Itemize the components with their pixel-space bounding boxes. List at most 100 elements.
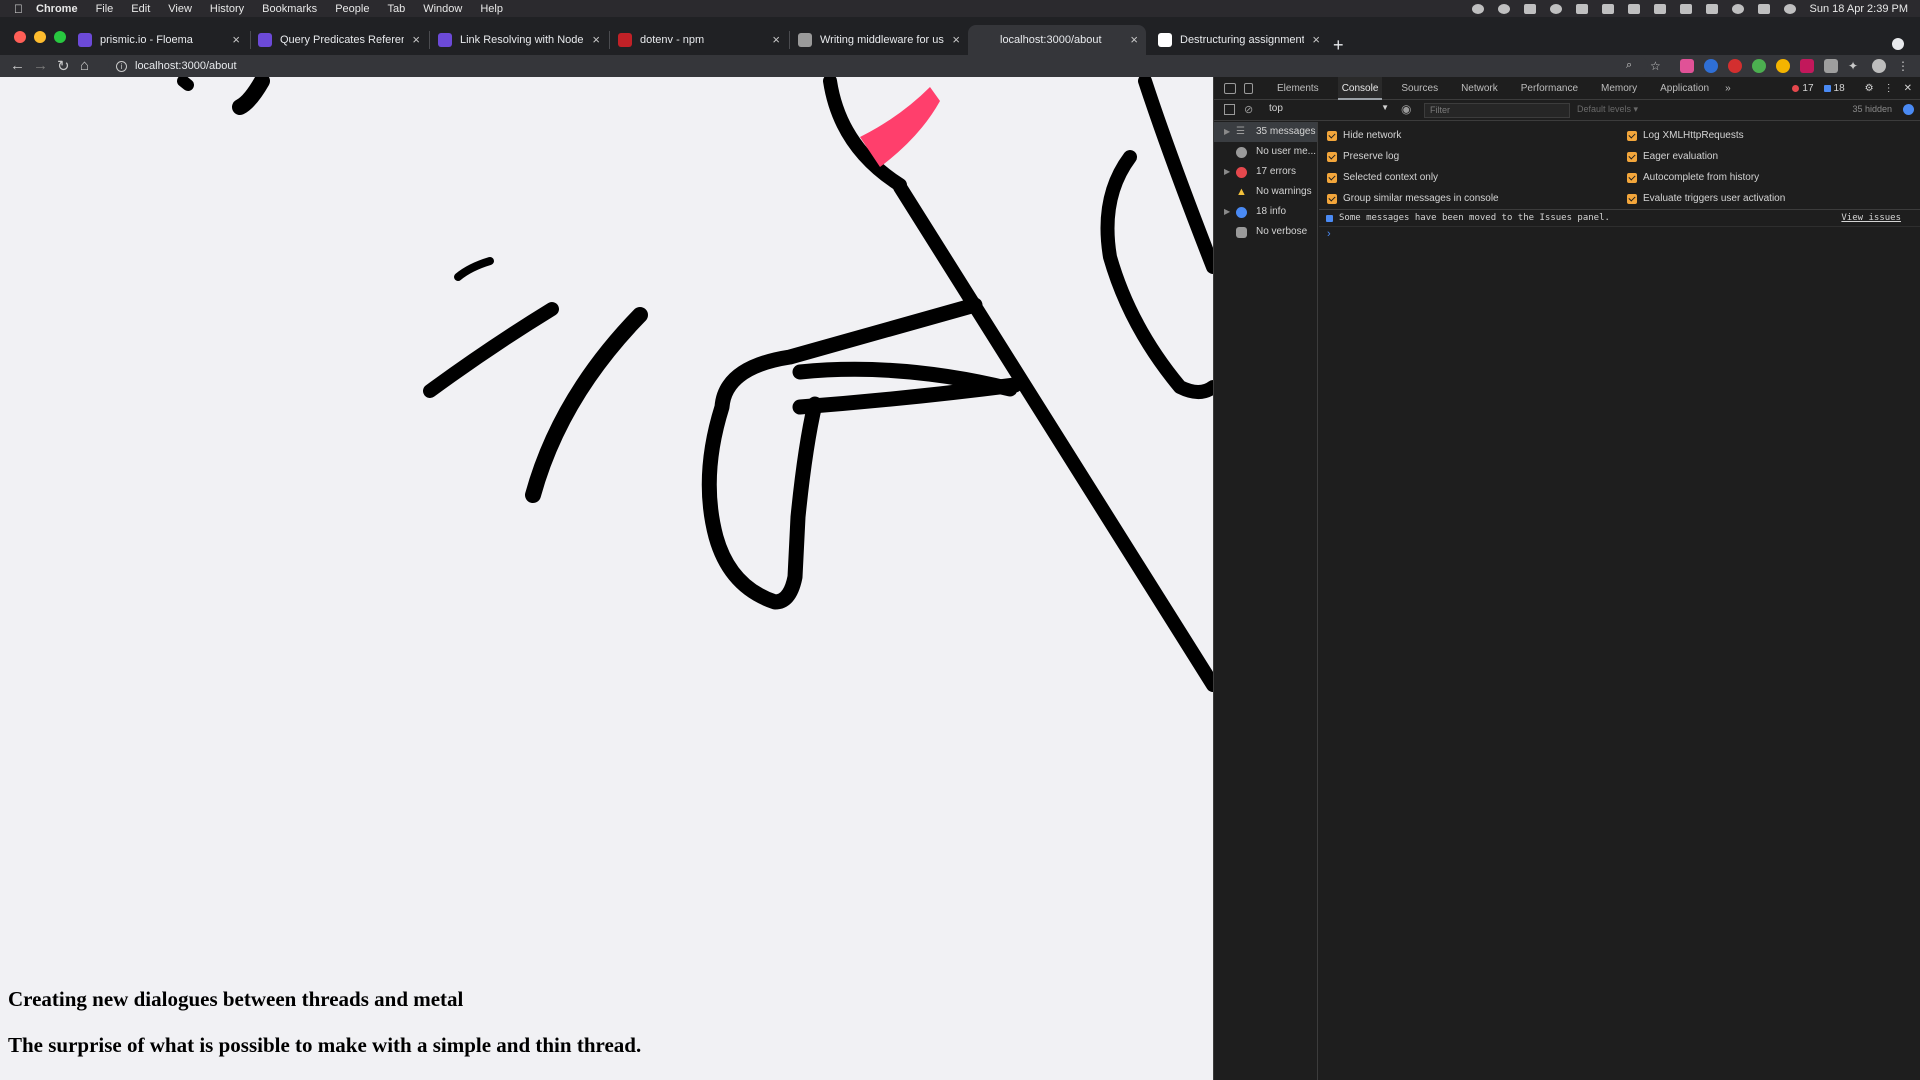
- hide-network-checkbox[interactable]: Hide network: [1327, 130, 1401, 141]
- tab-link-resolving[interactable]: Link Resolving with Node.js - P ×: [428, 25, 608, 55]
- preserve-log-checkbox[interactable]: Preserve log: [1327, 151, 1399, 162]
- info-badge[interactable]: 18: [1823, 83, 1845, 94]
- flag-icon[interactable]: [1627, 3, 1640, 14]
- tab-network[interactable]: Network: [1457, 77, 1502, 100]
- menu-window[interactable]: Window: [423, 3, 462, 15]
- tab-prismic-floema[interactable]: prismic.io - Floema ×: [68, 25, 248, 55]
- extension-icon[interactable]: [1680, 59, 1694, 73]
- control-center-icon[interactable]: [1757, 3, 1770, 14]
- tab-dotenv[interactable]: dotenv - npm ×: [608, 25, 788, 55]
- close-icon[interactable]: ×: [232, 32, 240, 47]
- error-badge[interactable]: 17: [1792, 83, 1814, 94]
- close-icon[interactable]: ×: [1312, 32, 1320, 47]
- onepassword-icon[interactable]: [1549, 3, 1562, 14]
- forward-arrow-icon[interactable]: →: [33, 57, 48, 74]
- sidebar-toggle-icon[interactable]: [1224, 104, 1235, 115]
- tab-sources[interactable]: Sources: [1397, 77, 1442, 100]
- clock[interactable]: Sun 18 Apr 2:39 PM: [1810, 3, 1908, 15]
- minimize-window-button[interactable]: [34, 31, 46, 43]
- inspect-element-icon[interactable]: [1224, 82, 1236, 94]
- sidebar-item-info[interactable]: ▶ 18 info: [1214, 202, 1317, 222]
- menu-tab[interactable]: Tab: [387, 3, 405, 15]
- device-toggle-icon[interactable]: [1244, 82, 1253, 94]
- apple-icon[interactable]: : [14, 2, 36, 16]
- tab-destructuring[interactable]: Destructuring assignment - Jav ×: [1148, 25, 1328, 55]
- close-window-button[interactable]: [14, 31, 26, 43]
- extension-icon[interactable]: [1800, 59, 1814, 73]
- console-prompt[interactable]: ›: [1319, 227, 1920, 241]
- shield-icon[interactable]: [1824, 59, 1838, 73]
- menu-bookmarks[interactable]: Bookmarks: [262, 3, 317, 15]
- sidebar-item-user-messages[interactable]: No user me...: [1214, 142, 1317, 162]
- cloud-icon[interactable]: [1523, 3, 1536, 14]
- menu-edit[interactable]: Edit: [131, 3, 150, 15]
- more-tabs-icon[interactable]: »: [1721, 77, 1735, 100]
- url-text[interactable]: localhost:3000/about: [135, 60, 237, 72]
- bookmark-star-icon[interactable]: ☆: [1650, 59, 1664, 73]
- clear-console-icon[interactable]: ⊘: [1244, 103, 1253, 116]
- group-similar-checkbox[interactable]: Group similar messages in console: [1327, 193, 1499, 204]
- eager-evaluation-checkbox[interactable]: Eager evaluation: [1627, 151, 1718, 162]
- wifi-icon[interactable]: [1705, 3, 1718, 14]
- bluetooth-icon[interactable]: [1679, 3, 1692, 14]
- filter-input[interactable]: Filter: [1424, 103, 1570, 118]
- back-arrow-icon[interactable]: ←: [10, 57, 25, 74]
- selected-context-checkbox[interactable]: Selected context only: [1327, 172, 1438, 183]
- tab-localhost-about[interactable]: localhost:3000/about ×: [968, 25, 1146, 55]
- battery-icon[interactable]: [1653, 3, 1666, 14]
- reload-icon[interactable]: ↻: [57, 57, 70, 75]
- log-levels-dropdown[interactable]: Default levels ▾: [1577, 104, 1638, 115]
- menu-help[interactable]: Help: [480, 3, 503, 15]
- eye-icon[interactable]: ◉: [1401, 102, 1411, 116]
- tab-application[interactable]: Application: [1656, 77, 1713, 100]
- extension-icon[interactable]: [1728, 59, 1742, 73]
- sidebar-item-errors[interactable]: ▶ 17 errors: [1214, 162, 1317, 182]
- menu-file[interactable]: File: [96, 3, 114, 15]
- sidebar-item-verbose[interactable]: No verbose: [1214, 222, 1317, 242]
- sidebar-item-messages[interactable]: ▶ ☰ 35 messages: [1214, 122, 1317, 142]
- close-icon[interactable]: ×: [592, 32, 600, 47]
- record-icon[interactable]: [1471, 3, 1484, 14]
- upload-icon[interactable]: [1575, 3, 1588, 14]
- context-selector[interactable]: top ▼: [1269, 103, 1389, 114]
- gear-icon[interactable]: ⚙: [1865, 83, 1874, 94]
- close-icon[interactable]: ×: [412, 32, 420, 47]
- site-info-icon[interactable]: i: [116, 60, 127, 72]
- close-icon[interactable]: ×: [952, 32, 960, 47]
- address-bar[interactable]: i localhost:3000/about: [108, 56, 1648, 76]
- view-issues-link[interactable]: View issues: [1841, 210, 1901, 227]
- menu-app[interactable]: Chrome: [36, 3, 78, 15]
- siri-icon[interactable]: [1783, 3, 1796, 14]
- sidebar-item-warnings[interactable]: ▲ No warnings: [1214, 182, 1317, 202]
- close-icon[interactable]: ×: [1130, 32, 1138, 47]
- menu-history[interactable]: History: [210, 3, 244, 15]
- tab-search-icon[interactable]: [1892, 38, 1904, 50]
- zoom-icon[interactable]: ⌕: [1626, 59, 1640, 73]
- tab-elements[interactable]: Elements: [1273, 77, 1323, 100]
- onepassword-extension-icon[interactable]: [1704, 59, 1718, 73]
- close-icon[interactable]: ×: [772, 32, 780, 47]
- kebab-menu-icon[interactable]: ⋮: [1884, 83, 1894, 94]
- zoom-window-button[interactable]: [54, 31, 66, 43]
- tab-memory[interactable]: Memory: [1597, 77, 1641, 100]
- creative-cloud-icon[interactable]: [1497, 3, 1510, 14]
- log-xhr-checkbox[interactable]: Log XMLHttpRequests: [1627, 130, 1744, 141]
- tab-performance[interactable]: Performance: [1517, 77, 1582, 100]
- menu-view[interactable]: View: [168, 3, 192, 15]
- tab-query-predicates[interactable]: Query Predicates Reference fo ×: [248, 25, 428, 55]
- console-settings-icon[interactable]: [1903, 104, 1914, 115]
- evaluate-triggers-checkbox[interactable]: Evaluate triggers user activation: [1627, 193, 1785, 204]
- sync-icon[interactable]: [1601, 3, 1614, 14]
- close-icon[interactable]: ✕: [1904, 83, 1912, 94]
- extension-icon[interactable]: [1776, 59, 1790, 73]
- tab-console[interactable]: Console: [1337, 76, 1383, 100]
- autocomplete-checkbox[interactable]: Autocomplete from history: [1627, 172, 1759, 183]
- kebab-menu-icon[interactable]: ⋮: [1897, 59, 1911, 73]
- menu-people[interactable]: People: [335, 3, 369, 15]
- new-tab-icon[interactable]: +: [1333, 35, 1344, 56]
- extension-icon[interactable]: [1752, 59, 1766, 73]
- avatar[interactable]: [1872, 59, 1886, 73]
- home-icon[interactable]: ⌂: [80, 57, 89, 74]
- puzzle-icon[interactable]: ✦: [1848, 59, 1862, 73]
- tab-writing-middleware[interactable]: Writing middleware for use in E ×: [788, 25, 968, 55]
